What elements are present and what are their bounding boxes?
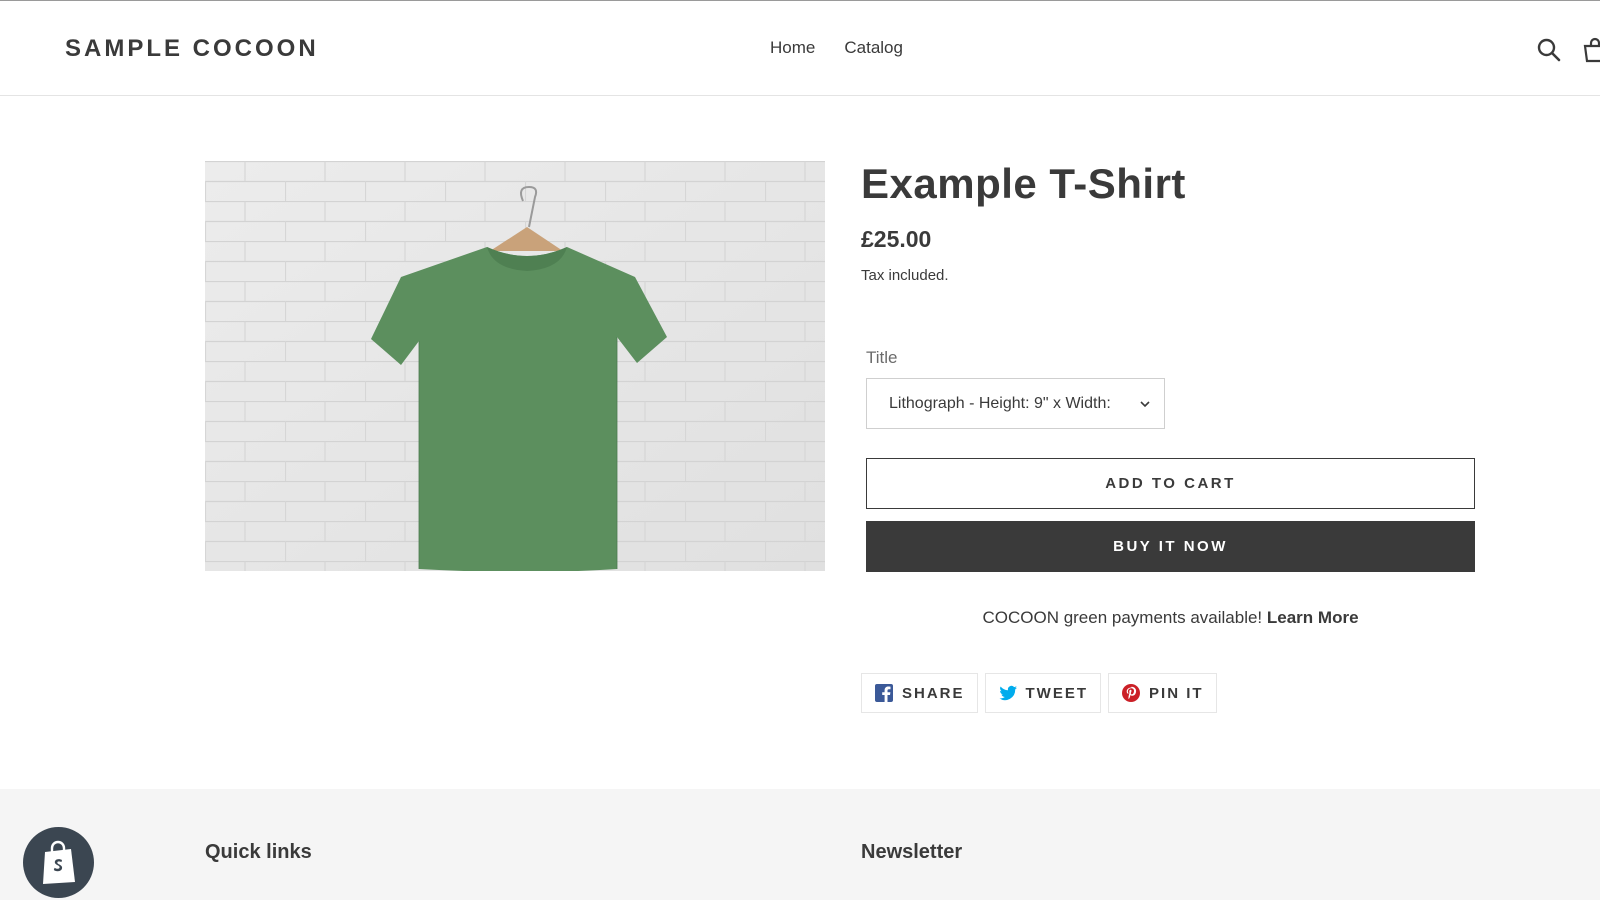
site-header: SAMPLE COCOON Home Catalog — [0, 1, 1600, 96]
twitter-icon — [999, 685, 1017, 701]
share-twitter-label: TWEET — [1025, 684, 1089, 702]
buy-now-button[interactable]: BUY IT NOW — [866, 521, 1475, 572]
learn-more-link[interactable]: Learn More — [1267, 608, 1359, 627]
shopify-bag-icon — [42, 840, 75, 884]
option-label: Title — [866, 348, 898, 367]
product-title: Example T-Shirt — [861, 160, 1186, 207]
facebook-icon — [875, 684, 893, 702]
social-share: SHARE TWEET PIN IT — [861, 673, 1217, 713]
nav-catalog[interactable]: Catalog — [844, 38, 903, 58]
cart-icon[interactable] — [1582, 37, 1600, 63]
product-price: £25.00 — [861, 226, 932, 252]
product-image[interactable] — [205, 161, 825, 571]
share-facebook-button[interactable]: SHARE — [861, 673, 978, 713]
variant-select[interactable]: Lithograph - Height: 9" x Width: — [866, 378, 1165, 429]
nav-home[interactable]: Home — [770, 38, 815, 58]
footer-newsletter-heading: Newsletter — [861, 841, 963, 863]
share-pinterest-button[interactable]: PIN IT — [1108, 673, 1217, 713]
tax-note: Tax included. — [861, 267, 949, 284]
tshirt-photo — [205, 161, 825, 571]
share-pinterest-label: PIN IT — [1149, 684, 1204, 702]
search-icon[interactable] — [1536, 37, 1562, 63]
site-footer: Quick links Newsletter — [0, 789, 1600, 900]
share-twitter-button[interactable]: TWEET — [984, 673, 1102, 713]
add-to-cart-button[interactable]: ADD TO CART — [866, 458, 1475, 509]
shopify-badge[interactable] — [23, 827, 94, 898]
chevron-down-icon — [1140, 401, 1150, 408]
site-logo[interactable]: SAMPLE COCOON — [65, 35, 319, 63]
promo-text: COCOON green payments available! — [982, 608, 1263, 627]
main-nav: Home Catalog — [770, 38, 903, 58]
payments-promo: COCOON green payments available! Learn M… — [866, 608, 1475, 628]
share-facebook-label: SHARE — [902, 684, 965, 702]
pinterest-icon — [1122, 684, 1141, 702]
footer-quick-links-heading: Quick links — [205, 841, 312, 863]
variant-select-value: Lithograph - Height: 9" x Width: — [889, 394, 1111, 412]
